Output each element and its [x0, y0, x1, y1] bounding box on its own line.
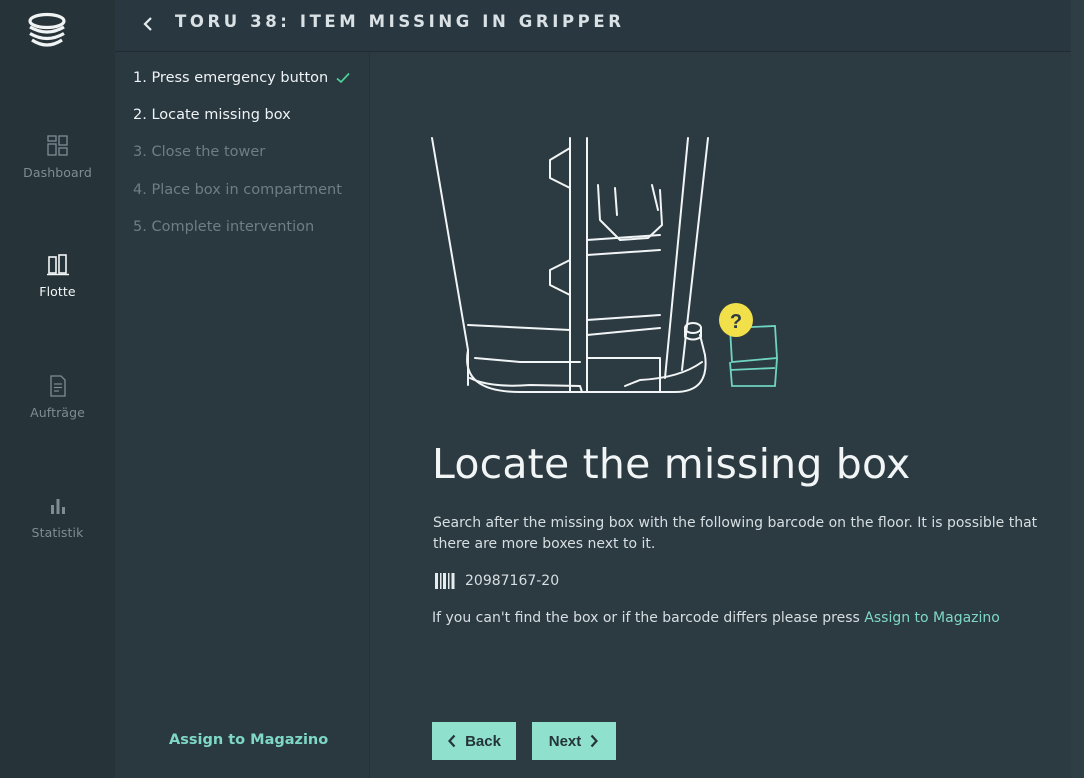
- back-button-label: Back: [465, 732, 501, 750]
- bar-chart-icon: [50, 499, 65, 514]
- document-icon: [49, 375, 66, 397]
- step-item[interactable]: 2. Locate missing box: [133, 107, 291, 123]
- assign-to-magazino-link[interactable]: Assign to Magazino: [169, 732, 328, 748]
- nav-item-flotte[interactable]: Flotte: [0, 254, 115, 324]
- nav-item-auftraege[interactable]: Aufträge: [0, 375, 115, 445]
- main-navigation: Dashboard Flotte Aufträge Statistik: [0, 0, 115, 778]
- chevron-left-icon[interactable]: [137, 13, 159, 35]
- help-prefix: If you can't find the box or if the barc…: [432, 610, 865, 626]
- step-label: 4. Place box in compartment: [133, 182, 342, 198]
- nav-item-statistik[interactable]: Statistik: [0, 495, 115, 565]
- scrollbar-track[interactable]: [1071, 0, 1084, 778]
- next-button[interactable]: Next: [532, 722, 616, 760]
- step-label: 2. Locate missing box: [133, 107, 291, 123]
- fleet-icon: [46, 254, 69, 276]
- barcode-value: 20987167-20: [465, 573, 560, 589]
- instructions-text: Search after the missing box with the fo…: [433, 515, 1038, 552]
- assign-to-magazino-inline-link[interactable]: Assign to Magazino: [864, 610, 1000, 626]
- step-label: 1. Press emergency button: [133, 70, 329, 86]
- step-label: 5. Complete intervention: [133, 219, 315, 235]
- robot-tower-illustration: ?: [431, 137, 778, 393]
- nav-label-statistik: Statistik: [31, 525, 84, 540]
- nav-item-dashboard[interactable]: Dashboard: [0, 135, 115, 205]
- question-mark-label: ?: [730, 311, 742, 333]
- nav-label-flotte: Flotte: [39, 284, 76, 299]
- magazino-logo[interactable]: [27, 12, 67, 50]
- help-text: If you can't find the box or if the barc…: [432, 610, 1000, 626]
- page-title: TORU 38: ITEM MISSING IN GRIPPER: [175, 12, 625, 31]
- chevron-right-icon: [590, 734, 599, 748]
- step-item[interactable]: 3. Close the tower: [133, 144, 265, 160]
- step-item[interactable]: 1. Press emergency button: [133, 70, 350, 86]
- section-heading: Locate the missing box: [432, 440, 911, 488]
- chevron-left-icon: [448, 734, 456, 748]
- nav-label-auftraege: Aufträge: [30, 405, 85, 420]
- step-item[interactable]: 5. Complete intervention: [133, 219, 314, 235]
- back-button[interactable]: Back: [432, 722, 516, 760]
- next-button-label: Next: [548, 732, 582, 750]
- step-label: 3. Close the tower: [133, 144, 266, 160]
- dashboard-icon: [46, 135, 68, 156]
- steps-panel: 1. Press emergency button 2. Locate miss…: [115, 52, 370, 778]
- barcode-row: 20987167-20: [434, 572, 559, 590]
- nav-label-dashboard: Dashboard: [23, 165, 92, 180]
- checkmark-icon: [336, 72, 350, 84]
- barcode-icon: [435, 573, 455, 589]
- page-header: TORU 38: ITEM MISSING IN GRIPPER: [115, 0, 1071, 52]
- step-item[interactable]: 4. Place box in compartment: [133, 182, 342, 198]
